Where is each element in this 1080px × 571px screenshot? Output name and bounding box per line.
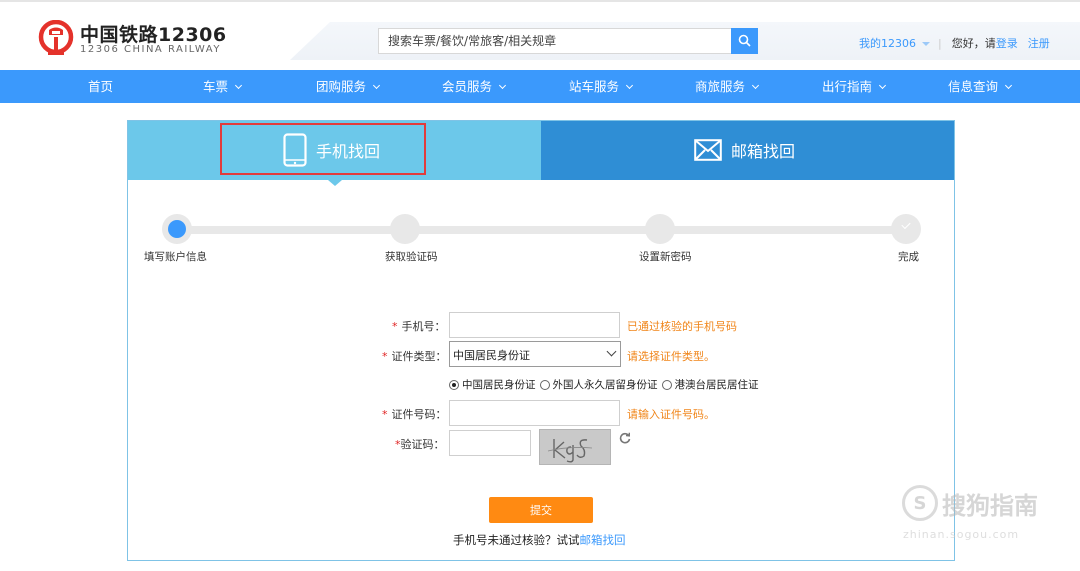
nav-info-query[interactable]: 信息查询 (948, 70, 1013, 103)
step-3-label: 设置新密码 (639, 251, 692, 263)
radio-checked-icon (449, 379, 459, 390)
brand-name: 中国铁路12306 (80, 24, 227, 46)
chevron-down-icon (498, 81, 507, 90)
step-2-indicator (390, 214, 420, 244)
radio-foreign-permit[interactable]: 外国人永久居留身份证 (539, 377, 658, 392)
radio-hmt-permit[interactable]: 港澳台居民居住证 (661, 377, 759, 392)
tab-label: 邮箱找回 (731, 142, 796, 161)
login-link[interactable]: 登录 (996, 37, 1018, 50)
nav-label: 商旅服务 (695, 79, 746, 94)
id-type-select[interactable]: 中国居民身份证 (449, 341, 621, 367)
submit-button[interactable]: 提交 (489, 497, 593, 523)
id-type-hint: 请选择证件类型。 (627, 350, 715, 363)
radio-unchecked-icon (661, 379, 672, 390)
brand-subtitle: 12306 CHINA RAILWAY (80, 44, 221, 55)
nav-group-service[interactable]: 团购服务 (316, 70, 381, 103)
railway-logo-icon[interactable] (38, 20, 74, 56)
captcha-input[interactable] (449, 430, 531, 456)
refresh-icon[interactable] (619, 432, 631, 444)
nav-label: 车票 (203, 79, 229, 94)
step-4-label: 完成 (898, 251, 919, 263)
search-icon (738, 34, 751, 47)
nav-station-service[interactable]: 站车服务 (569, 70, 634, 103)
captcha-label: *验证码： (395, 438, 445, 451)
password-recovery-panel: 手机找回 邮箱找回 填写账户信息 获取验证码 设置新密码 完成 * 手机号： 已通… (127, 120, 955, 561)
phone-input[interactable] (449, 312, 620, 338)
phone-label: * 手机号： (392, 320, 446, 333)
chevron-down-icon (234, 81, 243, 90)
id-type-value: 中国居民身份证 (453, 349, 530, 362)
register-link[interactable]: 注册 (1028, 37, 1050, 50)
chevron-down-icon (606, 346, 617, 357)
step-4-indicator (891, 214, 921, 244)
nav-home[interactable]: 首页 (88, 70, 113, 103)
nav-tickets[interactable]: 车票 (203, 70, 243, 103)
site-header: 中国铁路12306 12306 CHINA RAILWAY 我的12306 | 您好… (0, 2, 1080, 70)
watermark-text: 搜狗指南 (942, 491, 1038, 520)
tab-phone-recovery[interactable]: 手机找回 (128, 121, 541, 180)
nav-member-service[interactable]: 会员服务 (442, 70, 507, 103)
nav-label: 团购服务 (316, 79, 367, 94)
active-tab-pointer (328, 180, 342, 186)
progress-track (176, 226, 906, 234)
nav-business-travel[interactable]: 商旅服务 (695, 70, 760, 103)
main-nav: 首页 车票 团购服务 会员服务 站车服务 商旅服务 出行指南 信息查询 (0, 70, 1080, 103)
phone-hint: 已通过核验的手机号码 (627, 320, 737, 333)
bottom-note: 手机号未通过核验？试试邮箱找回 (453, 532, 626, 548)
step-1-indicator (162, 214, 192, 244)
watermark: S 搜狗指南 (902, 485, 1038, 521)
caret-down-icon[interactable] (922, 42, 930, 46)
divider: | (938, 37, 942, 50)
nav-label: 信息查询 (948, 79, 999, 94)
radio-cn-id[interactable]: 中国居民身份证 (449, 377, 536, 392)
highlight-annotation (220, 123, 426, 175)
chevron-down-icon (878, 81, 887, 90)
chevron-down-icon (751, 81, 760, 90)
greeting-text: 您好，请 (951, 37, 996, 50)
nav-travel-guide[interactable]: 出行指南 (822, 70, 887, 103)
tab-email-recovery[interactable]: 邮箱找回 (541, 121, 954, 180)
watermark-url: zhinan.sogou.com (903, 528, 1020, 541)
captcha-image[interactable] (539, 429, 611, 465)
nav-label: 首页 (88, 79, 114, 94)
note-text: 手机号未通过核验？试试 (453, 533, 580, 547)
checkmark-icon (901, 219, 911, 230)
chevron-down-icon (372, 81, 381, 90)
id-number-input[interactable] (449, 400, 620, 426)
nav-label: 出行指南 (822, 79, 873, 94)
sogou-logo-icon: S (902, 485, 938, 521)
search-button[interactable] (731, 28, 758, 54)
step-2-label: 获取验证码 (385, 251, 438, 263)
email-recovery-link[interactable]: 邮箱找回 (580, 533, 626, 547)
chevron-down-icon (1004, 81, 1013, 90)
radio-unchecked-icon (539, 379, 550, 390)
search-input[interactable] (379, 29, 731, 53)
captcha-glyphs (547, 439, 593, 463)
search-box (378, 28, 758, 54)
nav-label: 站车服务 (569, 79, 620, 94)
id-type-label: * 证件类型： (382, 350, 447, 363)
id-number-label: * 证件号码： (382, 408, 447, 421)
my12306-link[interactable]: 我的12306 (859, 37, 916, 50)
id-number-hint: 请输入证件号码。 (627, 408, 715, 421)
envelope-icon (694, 139, 722, 161)
nav-label: 会员服务 (442, 79, 493, 94)
step-1-label: 填写账户信息 (144, 251, 207, 263)
step-3-indicator (645, 214, 675, 244)
header-links: 我的12306 | 您好，请登录 注册 (859, 35, 1050, 51)
id-type-radio-group: 中国居民身份证 外国人永久居留身份证 港澳台居民居住证 (449, 377, 763, 392)
chevron-down-icon (625, 81, 634, 90)
